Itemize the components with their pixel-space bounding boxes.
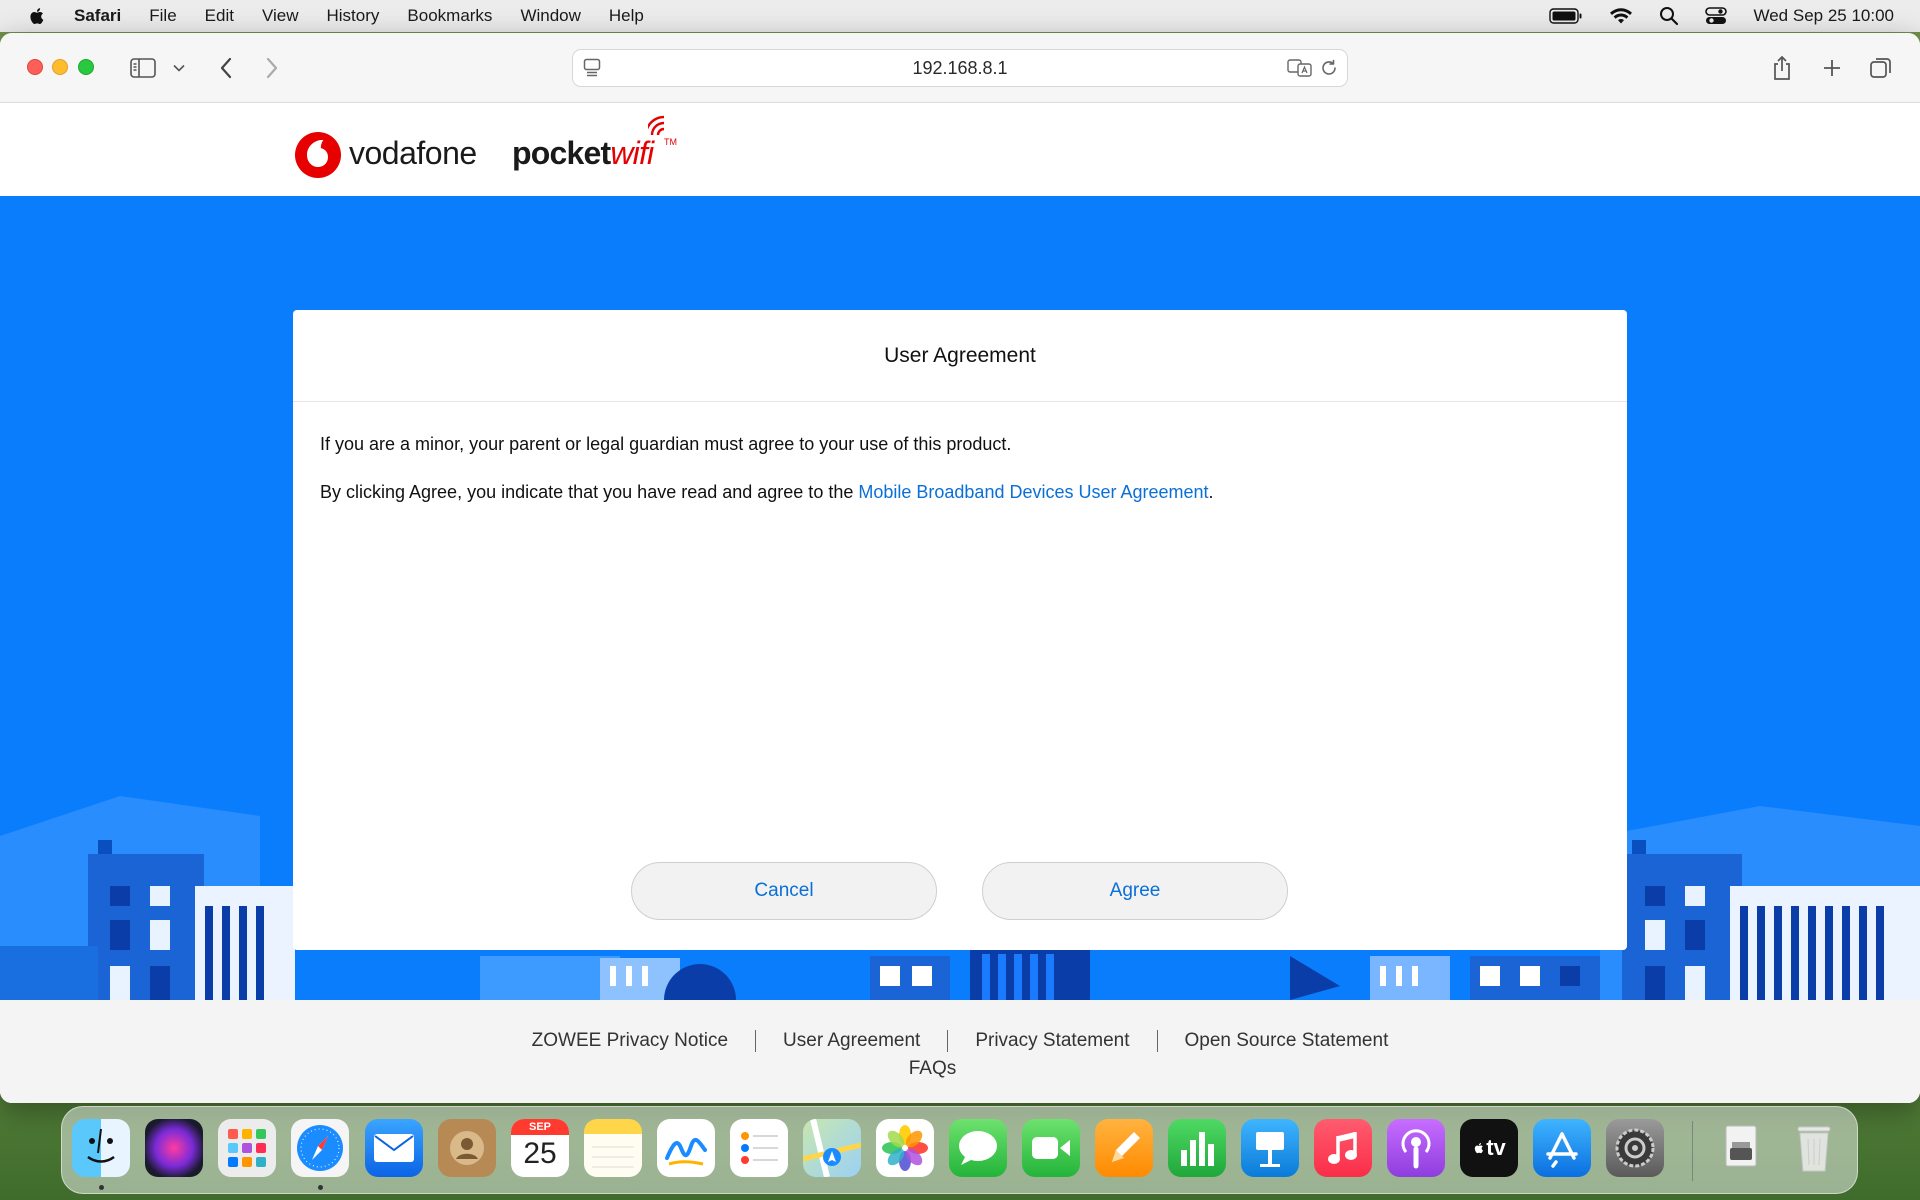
- running-indicator: [99, 1185, 104, 1190]
- freeform-icon[interactable]: [657, 1119, 715, 1177]
- mail-icon[interactable]: [365, 1119, 423, 1177]
- address-bar[interactable]: 192.168.8.1: [572, 49, 1348, 87]
- browser-toolbar: 192.168.8.1: [0, 33, 1920, 103]
- running-indicator: [318, 1185, 323, 1190]
- music-icon[interactable]: [1314, 1119, 1372, 1177]
- footer-link-open-source-statement[interactable]: Open Source Statement: [1158, 1030, 1416, 1052]
- minor-notice-text: If you are a minor, your parent or legal…: [320, 434, 1012, 454]
- chevron-down-icon[interactable]: [166, 53, 192, 83]
- safari-window: 192.168.8.1 vodafone pocketwifi TM ZOWEE…: [0, 33, 1920, 1103]
- web-page: vodafone pocketwifi TM ZOWEE Privacy Not…: [0, 103, 1920, 1103]
- safari-app-icon[interactable]: [291, 1119, 349, 1177]
- sidebar-toggle-icon[interactable]: [128, 53, 158, 83]
- menu-window[interactable]: Window: [520, 6, 580, 26]
- reload-icon[interactable]: [1319, 58, 1339, 78]
- footer-links: ZOWEE Privacy Notice User Agreement Priv…: [0, 1030, 1920, 1052]
- footer-link-user-agreement[interactable]: User Agreement: [756, 1030, 947, 1052]
- messages-icon[interactable]: [949, 1119, 1007, 1177]
- agree-button[interactable]: Agree: [982, 862, 1288, 920]
- downloads-stack-icon[interactable]: [1712, 1119, 1770, 1177]
- calendar-month-text: SEP: [511, 1119, 569, 1135]
- menu-edit[interactable]: Edit: [205, 6, 234, 26]
- numbers-icon[interactable]: [1168, 1119, 1226, 1177]
- menu-history[interactable]: History: [327, 6, 380, 26]
- forward-icon[interactable]: [257, 53, 287, 83]
- pocket-text: pocket: [512, 135, 611, 171]
- agreement-prefix-text: By clicking Agree, you indicate that you…: [320, 482, 859, 502]
- footer-link-zowee-privacy-notice[interactable]: ZOWEE Privacy Notice: [505, 1030, 755, 1052]
- user-agreement-dialog: User Agreement If you are a minor, your …: [293, 310, 1627, 950]
- system-settings-icon[interactable]: [1606, 1119, 1664, 1177]
- contacts-icon[interactable]: [438, 1119, 496, 1177]
- user-agreement-link[interactable]: Mobile Broadband Devices User Agreement: [858, 482, 1208, 502]
- window-zoom-button[interactable]: [78, 59, 94, 75]
- back-icon[interactable]: [211, 53, 241, 83]
- menu-clock[interactable]: Wed Sep 25 10:00: [1753, 6, 1894, 26]
- vodafone-logo-icon: [295, 132, 341, 178]
- page-settings-icon[interactable]: [583, 58, 601, 78]
- siri-icon[interactable]: [145, 1119, 203, 1177]
- spotlight-search-icon[interactable]: [1659, 6, 1679, 26]
- vodafone-wordmark: vodafone: [349, 135, 477, 171]
- launchpad-icon[interactable]: [218, 1119, 276, 1177]
- podcasts-icon[interactable]: [1387, 1119, 1445, 1177]
- menu-view[interactable]: View: [262, 6, 299, 26]
- cancel-button[interactable]: Cancel: [631, 862, 937, 920]
- agreement-suffix-text: .: [1208, 482, 1214, 502]
- calendar-icon[interactable]: SEP 25: [511, 1119, 569, 1177]
- footer-link-faqs[interactable]: FAQs: [0, 1058, 1865, 1080]
- window-minimize-button[interactable]: [52, 59, 68, 75]
- share-icon[interactable]: [1767, 53, 1797, 83]
- dock: SEP 25 tv: [61, 1106, 1858, 1194]
- tab-overview-icon[interactable]: [1866, 53, 1896, 83]
- notes-icon[interactable]: [584, 1119, 642, 1177]
- menu-app-name[interactable]: Safari: [74, 6, 121, 26]
- dock-divider: [1692, 1121, 1693, 1181]
- brand-header: vodafone pocketwifi TM: [0, 103, 1920, 196]
- menu-bookmarks[interactable]: Bookmarks: [407, 6, 492, 26]
- pocketwifi-wordmark: pocketwifi: [512, 135, 654, 172]
- photos-icon[interactable]: [876, 1119, 934, 1177]
- agreement-notice-text: By clicking Agree, you indicate that you…: [320, 482, 1214, 503]
- footer-link-privacy-statement[interactable]: Privacy Statement: [948, 1030, 1156, 1052]
- tv-label-text: tv: [1486, 1135, 1506, 1160]
- battery-icon[interactable]: [1549, 8, 1583, 24]
- menu-file[interactable]: File: [149, 6, 176, 26]
- trash-icon[interactable]: [1785, 1119, 1843, 1177]
- apple-icon[interactable]: [26, 5, 48, 27]
- facetime-icon[interactable]: [1022, 1119, 1080, 1177]
- menu-help[interactable]: Help: [609, 6, 644, 26]
- calendar-day-text: 25: [523, 1137, 557, 1170]
- maps-icon[interactable]: [803, 1119, 861, 1177]
- apple-tv-icon[interactable]: tv: [1460, 1119, 1518, 1177]
- page-footer: ZOWEE Privacy Notice User Agreement Priv…: [0, 1000, 1920, 1103]
- keynote-icon[interactable]: [1241, 1119, 1299, 1177]
- control-center-icon[interactable]: [1705, 6, 1728, 26]
- menu-bar: Safari File Edit View History Bookmarks …: [0, 0, 1920, 32]
- trademark-text: TM: [664, 137, 677, 147]
- finder-icon[interactable]: [72, 1119, 130, 1177]
- wifi-signal-icon: [648, 115, 665, 136]
- new-tab-icon[interactable]: [1817, 53, 1847, 83]
- pages-icon[interactable]: [1095, 1119, 1153, 1177]
- dialog-title: User Agreement: [293, 310, 1627, 402]
- app-store-icon[interactable]: [1533, 1119, 1591, 1177]
- translate-icon[interactable]: [1287, 58, 1313, 78]
- reminders-icon[interactable]: [730, 1119, 788, 1177]
- wifi-icon[interactable]: [1609, 7, 1633, 25]
- url-text: 192.168.8.1: [912, 57, 1008, 78]
- wifi-text: wifi: [610, 135, 654, 171]
- window-close-button[interactable]: [27, 59, 43, 75]
